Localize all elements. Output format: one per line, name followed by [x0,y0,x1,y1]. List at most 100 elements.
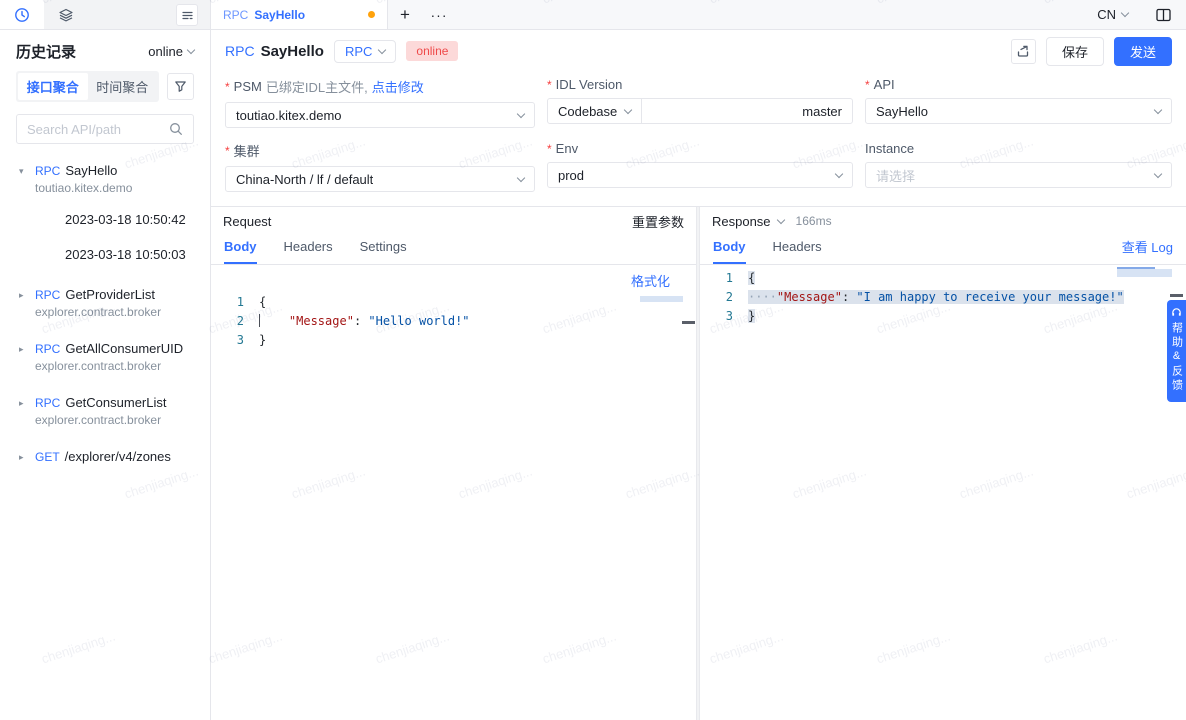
chevron-down-icon [624,105,632,113]
request-type-select[interactable]: RPC [334,40,396,63]
code-token: : [842,290,856,304]
method-badge: RPC [35,342,60,356]
tab-method-label: RPC [223,8,248,22]
caret-right-icon[interactable]: ▸ [19,395,28,427]
tab-request-headers[interactable]: Headers [284,239,333,264]
page-title: SayHello [261,43,324,60]
code-token: ···· [748,290,777,304]
filter-icon [174,80,187,93]
tree-gap [0,326,210,334]
tab-bar-spacer [456,0,1097,29]
required-asterisk: * [547,142,552,156]
tab-request-settings[interactable]: Settings [360,239,407,264]
collapse-sidebar-button[interactable] [176,4,198,26]
history-sidebar: 历史记录 online 接口聚合 时间聚合 ▾RPCSayHello [0,0,211,720]
response-mode-select[interactable]: Response [712,214,784,229]
filter-button[interactable] [167,73,194,100]
segment-time-aggregate[interactable]: 时间聚合 [88,73,158,100]
search-box [16,114,194,144]
method-badge: GET [35,450,60,464]
集群-select[interactable]: China-North / lf / default [225,166,535,192]
history-timestamp[interactable]: 2023-03-18 10:50:42 [0,202,210,237]
response-panel: Response 166ms Body Headers 查看 Log 1{2··… [700,207,1186,720]
history-item-title: RPCGetProviderList [35,287,161,302]
caret-down-icon[interactable]: ▾ [19,163,28,195]
response-code[interactable]: 1{2····"Message": "I am happy to receive… [700,265,1186,326]
response-scrollbar-marker[interactable] [1170,294,1183,297]
request-editor-toolbar: 格式化 [211,265,696,293]
line-content: } [259,331,266,350]
tab-name-label: SayHello [254,8,305,22]
sidebar-tab-collections[interactable] [44,0,88,29]
idl-source-select[interactable]: Codebase [548,99,642,123]
tab-more-button[interactable]: ··· [422,0,456,29]
field-label: *Env [547,141,853,156]
tab-request-body[interactable]: Body [224,239,257,264]
env-select[interactable]: prod [547,162,853,188]
layers-icon [58,7,74,23]
instance-select[interactable]: 请选择 [865,162,1172,188]
help-feedback-label: 帮助&反馈 [1169,322,1185,393]
required-asterisk: * [225,80,230,94]
caret-right-icon[interactable]: ▸ [19,287,28,319]
search-icon [169,122,183,136]
code-line: 1{ [700,269,1186,288]
code-token: { [259,295,266,309]
response-panel-header: Response 166ms [700,207,1186,235]
search-input[interactable] [27,122,167,137]
request-tabs: Body Headers Settings [211,235,696,265]
code-token: } [259,333,266,347]
help-feedback-widget[interactable]: 帮助&反馈 [1167,300,1186,402]
psm-select[interactable]: toutiao.kitex.demo [225,102,535,128]
line-number: 1 [700,269,733,288]
segment-api-aggregate[interactable]: 接口聚合 [18,73,88,100]
api-select[interactable]: SayHello [865,98,1172,124]
send-button[interactable]: 发送 [1114,37,1172,66]
chevron-down-icon [776,215,784,223]
caret-right-icon[interactable]: ▸ [19,341,28,373]
save-button[interactable]: 保存 [1046,37,1104,66]
request-editor[interactable]: 格式化 1 {2 "Message": "Hello world!"3} [211,265,696,720]
tab-response-headers[interactable]: Headers [773,239,822,264]
tab-rpc-sayhello[interactable]: RPC SayHello [211,0,388,29]
line-content: { [748,269,755,288]
response-editor[interactable]: 1{2····"Message": "I am happy to receive… [700,265,1186,720]
split-view-button[interactable] [1156,0,1171,29]
share-button[interactable] [1011,39,1036,64]
line-number: 3 [211,331,244,350]
history-item--explorer-v4-zones[interactable]: ▸GET/explorer/v4/zones [0,442,210,471]
history-item-getconsumerlist[interactable]: ▸RPCGetConsumerListexplorer.contract.bro… [0,388,210,434]
split-view-icon [1156,8,1171,22]
idl-version-input-group: Codebase master [547,98,853,124]
select-value: China-North / lf / default [236,172,373,187]
reset-params-button[interactable]: 重置参数 [632,212,684,231]
request-code[interactable]: 1 {2 "Message": "Hello world!"3} [211,293,696,350]
select-value: prod [558,168,584,183]
chevron-down-icon [187,46,195,54]
code-line: 2 "Message": "Hello world!" [211,312,696,331]
line-number: 1 [211,293,244,312]
chevron-down-icon [517,109,525,117]
history-item-sayhello[interactable]: ▾RPCSayHellotoutiao.kitex.demo [0,156,210,202]
format-button[interactable]: 格式化 [631,271,670,290]
caret-right-icon[interactable]: ▸ [19,449,28,464]
sidebar-tab-history[interactable] [0,0,44,29]
history-item-getproviderlist[interactable]: ▸RPCGetProviderListexplorer.contract.bro… [0,280,210,326]
tab-response-body[interactable]: Body [713,239,746,264]
history-item-getallconsumeruid[interactable]: ▸RPCGetAllConsumerUIDexplorer.contract.b… [0,334,210,380]
language-select[interactable]: CN [1097,0,1128,29]
sidebar-title: 历史记录 [16,41,76,62]
request-panel: Request 重置参数 Body Headers Settings 格式化 1… [211,207,696,720]
code-token: "I am happy to receive your message!" [856,290,1123,304]
idl-branch-input[interactable]: master [792,104,852,119]
request-scrollbar-marker[interactable] [682,321,695,324]
select-value: SayHello [876,104,928,119]
new-tab-button[interactable]: + [388,0,422,29]
env-badge: online [406,41,458,61]
history-timestamp[interactable]: 2023-03-18 10:50:03 [0,237,210,272]
select-value: 请选择 [876,166,915,185]
edit-idl-link[interactable]: 点击修改 [372,77,424,96]
history-env-filter[interactable]: online [148,44,194,59]
field-instance: Instance请选择 [865,141,1172,192]
view-log-link[interactable]: 查看 Log [1122,237,1173,264]
